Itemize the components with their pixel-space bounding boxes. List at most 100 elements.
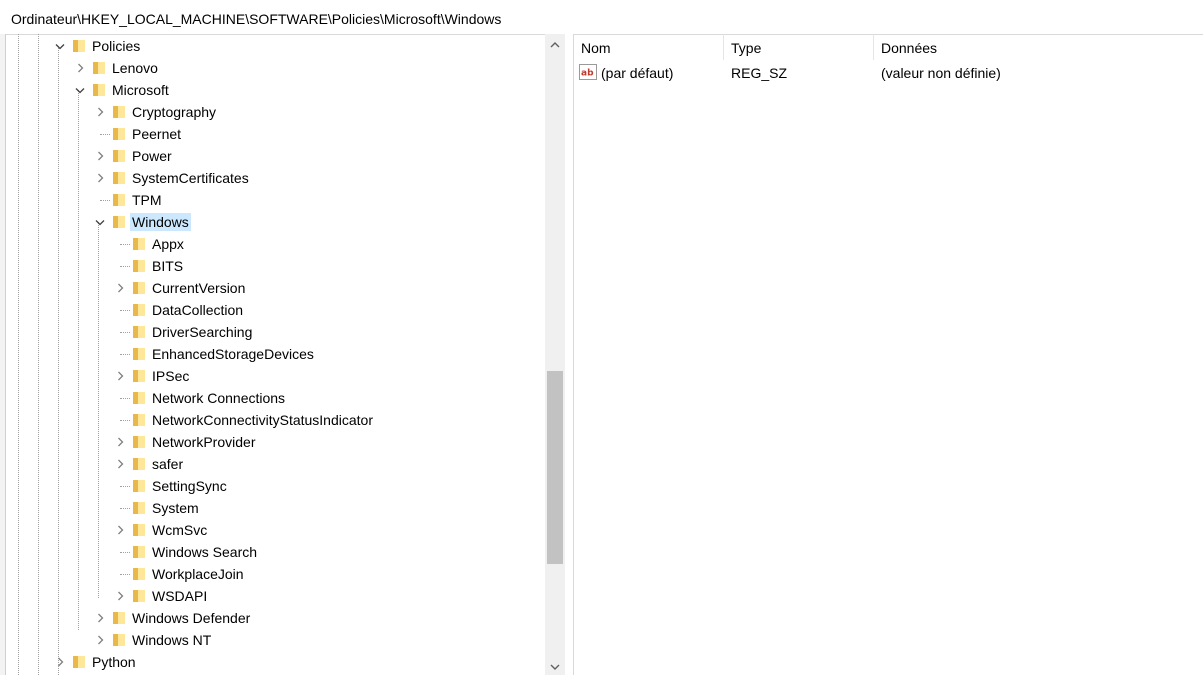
tree-node-label[interactable]: Power bbox=[130, 147, 174, 165]
chevron-right-icon[interactable] bbox=[114, 589, 126, 603]
tree-node-label[interactable]: WcmSvc bbox=[150, 521, 209, 539]
tree-node[interactable]: Power bbox=[6, 145, 545, 167]
tree-node[interactable]: Windows Defender bbox=[6, 607, 545, 629]
tree-node-label[interactable]: Cryptography bbox=[130, 103, 218, 121]
chevron-down-icon[interactable] bbox=[74, 83, 86, 97]
tree-node[interactable]: Python bbox=[6, 651, 545, 673]
tree-node[interactable]: Windows Search bbox=[6, 541, 545, 563]
tree-node[interactable]: Network Connections bbox=[6, 387, 545, 409]
tree-branch-line bbox=[120, 244, 130, 245]
tree-node[interactable]: Microsoft bbox=[6, 79, 545, 101]
tree-node[interactable]: SettingSync bbox=[6, 475, 545, 497]
tree-node[interactable]: TPM bbox=[6, 189, 545, 211]
pane-splitter[interactable] bbox=[565, 34, 574, 675]
tree-node[interactable]: Lenovo bbox=[6, 57, 545, 79]
tree-node[interactable]: NetworkProvider bbox=[6, 431, 545, 453]
chevron-right-icon[interactable] bbox=[114, 369, 126, 383]
tree-node-label[interactable]: DriverSearching bbox=[150, 323, 254, 341]
column-header-name[interactable]: Nom bbox=[581, 39, 611, 57]
chevron-right-icon[interactable] bbox=[74, 61, 86, 75]
tree-node[interactable]: System bbox=[6, 497, 545, 519]
chevron-right-icon[interactable] bbox=[94, 149, 106, 163]
chevron-right-icon[interactable] bbox=[94, 171, 106, 185]
tree-node-label[interactable]: TPM bbox=[130, 191, 164, 209]
tree-node[interactable]: WSDAPI bbox=[6, 585, 545, 607]
chevron-right-icon[interactable] bbox=[114, 435, 126, 449]
tree-node-label[interactable]: SystemCertificates bbox=[130, 169, 251, 187]
folder-icon bbox=[133, 260, 145, 272]
tree-node-label[interactable]: NetworkProvider bbox=[150, 433, 257, 451]
tree-node-label[interactable]: Policies bbox=[90, 37, 142, 55]
tree-node[interactable]: DriverSearching bbox=[6, 321, 545, 343]
tree-branch-line bbox=[120, 508, 130, 509]
tree-node[interactable]: Windows NT bbox=[6, 629, 545, 651]
scroll-thumb[interactable] bbox=[547, 371, 563, 564]
address-bar[interactable]: Ordinateur\HKEY_LOCAL_MACHINE\SOFTWARE\P… bbox=[0, 0, 1203, 35]
chevron-right-icon[interactable] bbox=[94, 105, 106, 119]
tree-node-label[interactable]: SettingSync bbox=[150, 477, 229, 495]
column-divider[interactable] bbox=[723, 34, 724, 60]
tree-node-label[interactable]: Windows bbox=[130, 213, 191, 231]
address-path[interactable]: Ordinateur\HKEY_LOCAL_MACHINE\SOFTWARE\P… bbox=[11, 11, 501, 27]
tree-node-label[interactable]: EnhancedStorageDevices bbox=[150, 345, 316, 363]
tree-node-label[interactable]: safer bbox=[150, 455, 185, 473]
column-header-type[interactable]: Type bbox=[731, 39, 761, 57]
chevron-right-icon[interactable] bbox=[94, 633, 106, 647]
tree-node-label[interactable]: Python bbox=[90, 653, 138, 671]
folder-icon bbox=[133, 502, 145, 514]
tree-scrollbar[interactable] bbox=[545, 34, 565, 675]
chevron-right-icon[interactable] bbox=[114, 523, 126, 537]
scroll-up-arrow-icon[interactable] bbox=[545, 36, 565, 53]
tree-node-label[interactable]: Windows Search bbox=[150, 543, 259, 561]
tree-node[interactable]: SystemCertificates bbox=[6, 167, 545, 189]
chevron-right-icon[interactable] bbox=[94, 611, 106, 625]
tree-node[interactable]: EnhancedStorageDevices bbox=[6, 343, 545, 365]
tree-node[interactable]: NetworkConnectivityStatusIndicator bbox=[6, 409, 545, 431]
tree-node[interactable]: Policies bbox=[6, 35, 545, 57]
scroll-down-arrow-icon[interactable] bbox=[545, 658, 565, 675]
tree-node[interactable]: CurrentVersion bbox=[6, 277, 545, 299]
tree-branch-line bbox=[120, 332, 130, 333]
tree-node-label[interactable]: BITS bbox=[150, 257, 185, 275]
tree-node[interactable]: WorkplaceJoin bbox=[6, 563, 545, 585]
tree-node[interactable]: BITS bbox=[6, 255, 545, 277]
tree-node-label[interactable]: Windows NT bbox=[130, 631, 213, 649]
tree-node[interactable]: Cryptography bbox=[6, 101, 545, 123]
tree-node-label[interactable]: Peernet bbox=[130, 125, 183, 143]
tree-node[interactable]: safer bbox=[6, 453, 545, 475]
chevron-right-icon[interactable] bbox=[114, 457, 126, 471]
chevron-down-icon[interactable] bbox=[54, 39, 66, 53]
tree-node[interactable]: Windows bbox=[6, 211, 545, 233]
tree-node-label[interactable]: IPSec bbox=[150, 367, 191, 385]
value-data: (valeur non définie) bbox=[881, 65, 1001, 81]
tree-node-label[interactable]: Appx bbox=[150, 235, 186, 253]
tree-node-label[interactable]: DataCollection bbox=[150, 301, 245, 319]
registry-tree[interactable]: Policies Lenovo Microsoft Cryptography Peern… bbox=[6, 34, 545, 675]
chevron-right-icon[interactable] bbox=[114, 281, 126, 295]
tree-node[interactable]: Appx bbox=[6, 233, 545, 255]
tree-node[interactable]: WcmSvc bbox=[6, 519, 545, 541]
tree-node-label[interactable]: Network Connections bbox=[150, 389, 287, 407]
tree-node[interactable]: IPSec bbox=[6, 365, 545, 387]
chevron-down-icon[interactable] bbox=[94, 215, 106, 229]
tree-node-label[interactable]: CurrentVersion bbox=[150, 279, 247, 297]
value-row[interactable]: ab (par défaut) REG_SZ (valeur non défin… bbox=[574, 62, 1203, 84]
tree-node[interactable]: Peernet bbox=[6, 123, 545, 145]
tree-node-label[interactable]: NetworkConnectivityStatusIndicator bbox=[150, 411, 375, 429]
values-list[interactable]: Nom Type Données ab (par défaut) REG_SZ … bbox=[574, 34, 1203, 675]
column-divider[interactable] bbox=[873, 34, 874, 60]
column-header-data[interactable]: Données bbox=[881, 39, 937, 57]
tree-node-label[interactable]: WSDAPI bbox=[150, 587, 209, 605]
svg-text:ab: ab bbox=[581, 69, 594, 79]
folder-icon bbox=[113, 194, 125, 206]
folder-icon bbox=[133, 304, 145, 316]
tree-node-label[interactable]: WorkplaceJoin bbox=[150, 565, 246, 583]
tree-node[interactable]: DataCollection bbox=[6, 299, 545, 321]
tree-node-label[interactable]: Windows Defender bbox=[130, 609, 252, 627]
folder-icon bbox=[133, 568, 145, 580]
folder-icon bbox=[113, 216, 125, 228]
tree-node-label[interactable]: System bbox=[150, 499, 201, 517]
tree-node-label[interactable]: Microsoft bbox=[110, 81, 171, 99]
chevron-right-icon[interactable] bbox=[54, 655, 66, 669]
tree-node-label[interactable]: Lenovo bbox=[110, 59, 160, 77]
